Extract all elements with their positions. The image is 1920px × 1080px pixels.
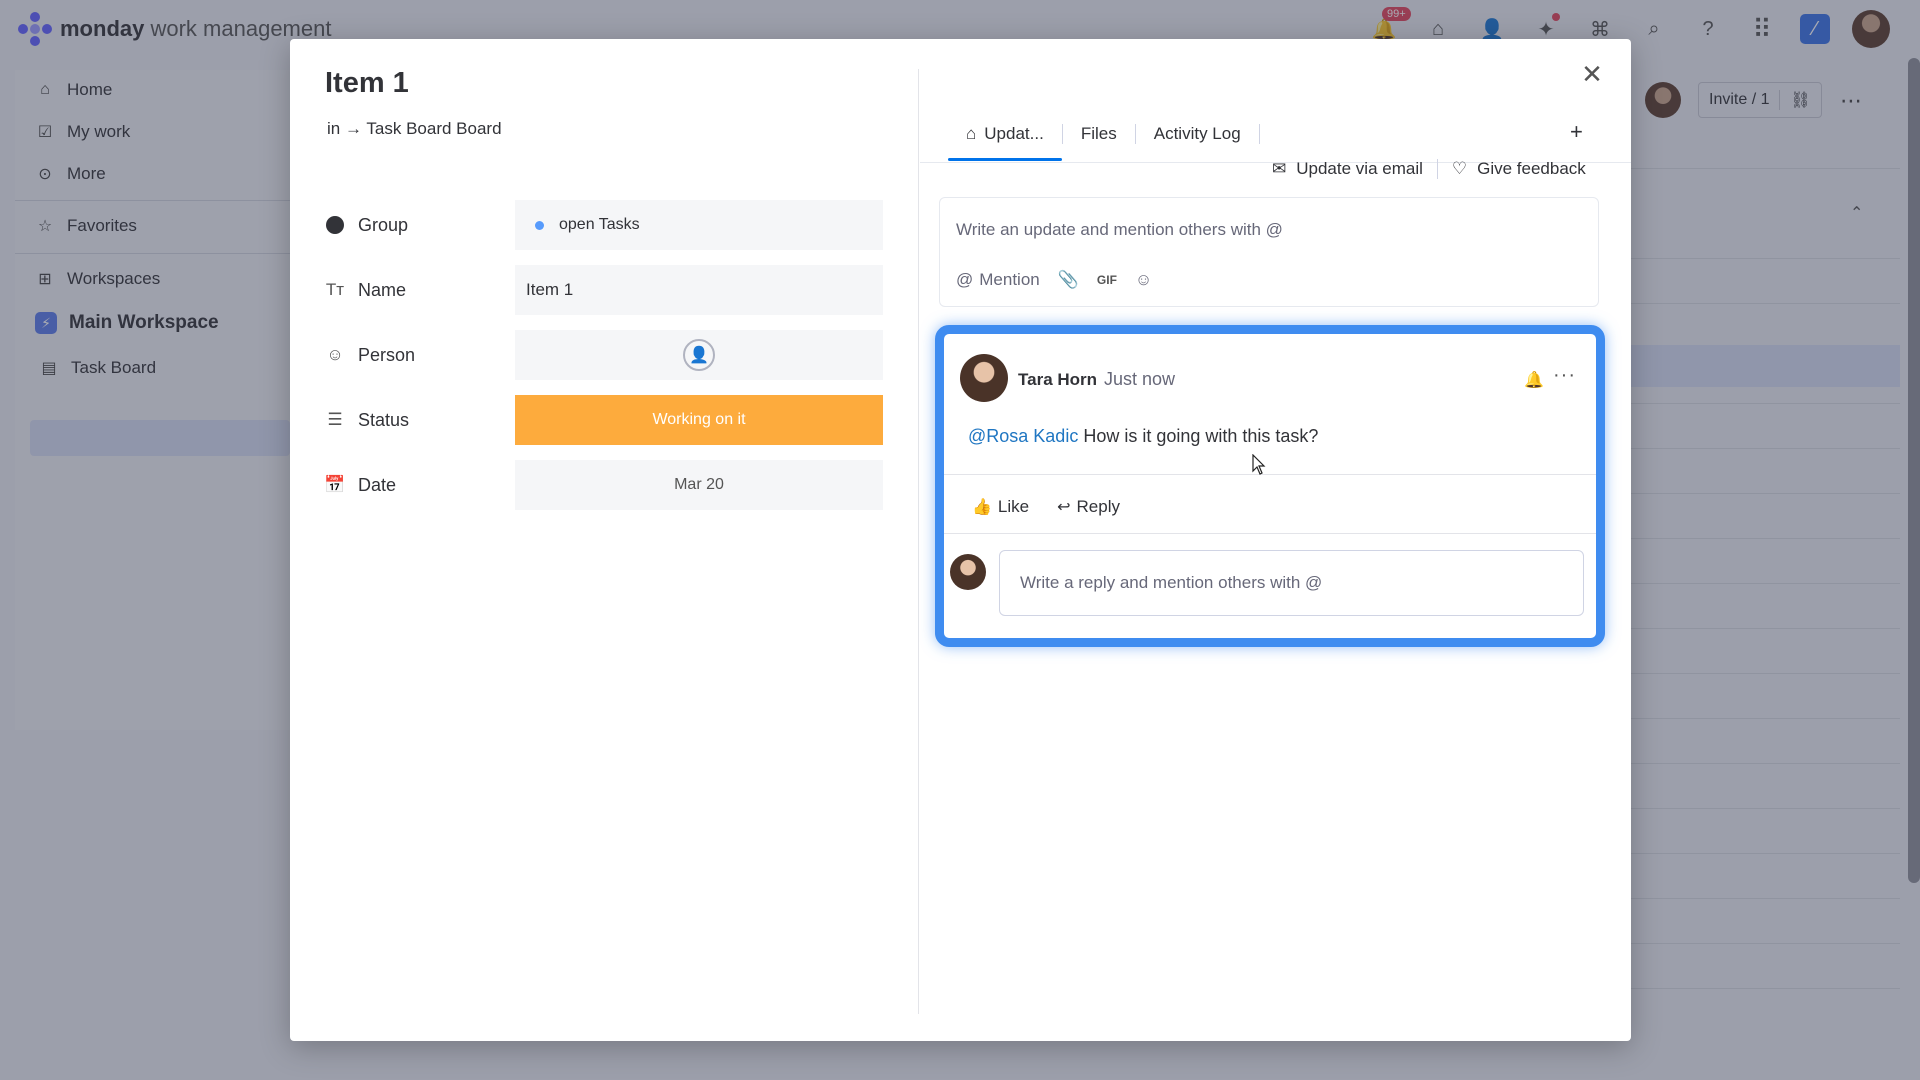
current-user-avatar xyxy=(950,554,986,590)
field-label: Person xyxy=(358,344,416,365)
update-post-card: Tara Horn Just now 🔔 ··· @Rosa Kadic How… xyxy=(935,325,1605,647)
feedback-icon: ♡ xyxy=(1451,159,1468,178)
item-title[interactable]: Item 1 xyxy=(325,67,409,100)
author-avatar[interactable] xyxy=(960,354,1008,402)
bell-icon[interactable]: 🔔 xyxy=(1524,370,1544,390)
reply-button[interactable]: ↩ Reply xyxy=(1057,497,1120,517)
like-button[interactable]: 👍 Like xyxy=(972,497,1029,517)
reply-label: Reply xyxy=(1076,497,1120,516)
post-body: @Rosa Kadic How is it going with this ta… xyxy=(968,426,1318,447)
group-value-text: open Tasks xyxy=(559,216,640,233)
add-view-button[interactable]: + xyxy=(1570,119,1583,145)
date-value[interactable]: Mar 20 xyxy=(515,460,883,510)
like-label: Like xyxy=(997,497,1030,516)
envelope-icon: ✉ xyxy=(1272,159,1287,178)
at-sign-icon: @ xyxy=(956,270,974,289)
field-row-group: Group open Tasks xyxy=(324,200,904,250)
group-color-dot xyxy=(535,220,544,230)
field-label: Date xyxy=(358,474,397,495)
group-value[interactable]: open Tasks xyxy=(515,200,883,250)
gif-button[interactable]: GIF xyxy=(1097,273,1117,287)
mention-label: Mention xyxy=(979,270,1040,289)
close-icon[interactable]: ✕ xyxy=(1577,59,1607,89)
update-options: ✉ Update via email ♡ Give feedback xyxy=(1272,159,1586,179)
reply-input[interactable]: Write a reply and mention others with @ xyxy=(999,550,1584,616)
field-row-date: 📅 Date Mar 20 xyxy=(324,460,904,510)
post-actions: 👍 Like ↩ Reply xyxy=(972,497,1120,517)
field-row-name: Tт Name Item 1 xyxy=(324,265,904,315)
attachment-icon[interactable]: 📎 xyxy=(1058,270,1079,290)
tab-files[interactable]: Files xyxy=(1063,114,1135,154)
name-value-text: Item 1 xyxy=(526,280,574,299)
update-composer[interactable]: Write an update and mention others with … xyxy=(939,197,1599,307)
breadcrumb-board-link[interactable]: Task Board Board xyxy=(366,119,501,138)
mention-button[interactable]: @ Mention xyxy=(956,270,1040,290)
give-feedback-link[interactable]: Give feedback xyxy=(1477,159,1586,179)
composer-toolbar: @ Mention 📎 GIF ☺ xyxy=(956,270,1152,290)
thumbs-up-icon: 👍 xyxy=(972,499,992,516)
tab-label: Files xyxy=(1080,124,1117,143)
person-placeholder-icon: 👤 xyxy=(683,339,715,371)
post-author[interactable]: Tara Horn xyxy=(1018,370,1097,390)
status-value-text: Working on it xyxy=(652,411,746,428)
home-icon: ⌂ xyxy=(966,124,977,143)
breadcrumb: in → Task Board Board xyxy=(327,119,502,139)
panel-divider xyxy=(918,69,919,1014)
field-label: Group xyxy=(358,214,409,235)
update-via-email-link[interactable]: Update via email xyxy=(1296,159,1423,179)
item-modal: ✕ Item 1 in → Task Board Board Group ope… xyxy=(290,39,1631,1041)
breadcrumb-prefix: in → xyxy=(327,119,362,138)
text-type-icon: Tт xyxy=(325,280,345,299)
status-value[interactable]: Working on it xyxy=(515,395,883,445)
mouse-cursor-icon xyxy=(1252,454,1266,475)
emoji-icon[interactable]: ☺ xyxy=(1135,270,1152,290)
field-row-person: ☺ Person 👤 xyxy=(324,330,904,380)
field-label: Name xyxy=(358,279,407,300)
tab-updates[interactable]: ⌂ Updat... xyxy=(948,114,1062,161)
group-dot-icon xyxy=(324,214,346,236)
post-text: How is it going with this task? xyxy=(1078,426,1319,446)
status-list-icon: ☰ xyxy=(327,410,343,429)
tab-label: Updat... xyxy=(984,124,1044,143)
field-label: Status xyxy=(358,409,410,430)
modal-tabs: ⌂ Updat... Files Activity Log xyxy=(948,114,1260,161)
tab-label: Activity Log xyxy=(1153,124,1241,143)
name-value[interactable]: Item 1 xyxy=(515,265,883,315)
tab-activity-log[interactable]: Activity Log xyxy=(1136,114,1259,154)
mention-link[interactable]: @Rosa Kadic xyxy=(968,426,1078,446)
calendar-icon: 📅 xyxy=(324,475,346,494)
more-options-icon[interactable]: ··· xyxy=(1553,364,1576,387)
reply-arrow-icon: ↩ xyxy=(1057,499,1071,516)
date-value-text: Mar 20 xyxy=(674,476,724,493)
field-row-status: ☰ Status Working on it xyxy=(324,395,904,445)
update-input[interactable]: Write an update and mention others with … xyxy=(956,220,1283,240)
post-time: Just now xyxy=(1104,369,1176,389)
person-value[interactable]: 👤 xyxy=(515,330,883,380)
people-icon: ☺ xyxy=(326,345,344,364)
